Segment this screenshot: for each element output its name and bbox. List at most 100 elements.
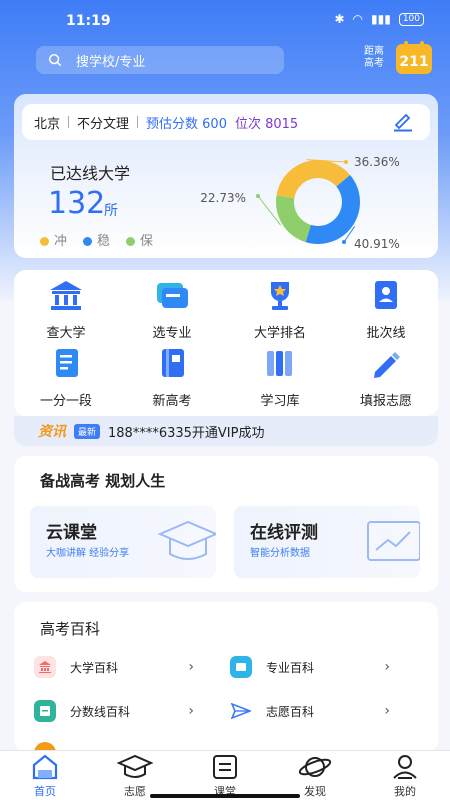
tab-label: 我的 (394, 785, 416, 798)
legend-item-chong: 冲 (40, 230, 67, 249)
grid-item-choose-major[interactable]: 选专业 (122, 278, 222, 341)
grid-item-label: 学习库 (260, 394, 300, 409)
tab-label: 志愿 (124, 785, 146, 798)
grid-item-label: 填报志愿 (359, 394, 412, 409)
search-placeholder: 搜学校/专业 (76, 54, 146, 70)
reach-title: 已达线大学 (50, 164, 131, 183)
donut-slice-2 (276, 195, 311, 243)
score-line-wiki-icon (34, 700, 56, 722)
batch-line-icon (375, 281, 397, 309)
exam-countdown-label: 距离 高考 (364, 46, 384, 69)
news-badge: 最新 (74, 423, 101, 439)
feature-title: 在线评测 (250, 523, 318, 543)
status-time: 11:19 (66, 13, 111, 29)
estimated-score: 预估分数 600 (146, 116, 227, 132)
tab-discover[interactable]: 发现 (285, 753, 345, 799)
reach-unit: 所 (104, 203, 118, 219)
region-label: 北京 (34, 116, 61, 132)
donut-slice-1 (305, 174, 360, 244)
wiki-section: 高考百科 大学百科 › 专业百科 › 分数线百科 › 志愿百科 › (14, 602, 438, 752)
grid-item-find-university[interactable]: 查大学 (16, 278, 116, 341)
rank-value: 位次 8015 (234, 116, 299, 132)
library-icon (267, 351, 292, 376)
legend-item-wen: 稳 (83, 230, 110, 249)
track-label: 不分文理 (77, 116, 130, 132)
pencil-icon (374, 352, 400, 378)
grid-item-university-ranking[interactable]: 大学排名 (230, 278, 330, 341)
score-doc-icon (56, 349, 78, 377)
leader-dot-0 (344, 160, 348, 164)
wiki-item-university[interactable]: 大学百科 › (34, 656, 194, 678)
wiki-item-label: 分数线百科 (70, 704, 131, 719)
paper-plane-icon (230, 700, 252, 722)
slice-label-1: 40.91% (354, 237, 400, 251)
battery-icon: 100 (398, 12, 424, 26)
bluetooth-icon: ✱ (334, 12, 345, 26)
wiki-item-application[interactable]: 志愿百科 › (230, 700, 390, 722)
grid-item-fill-application[interactable]: 填报志愿 (336, 346, 436, 409)
major-icon (157, 283, 188, 308)
tab-profile[interactable]: 我的 (375, 753, 435, 799)
tab-label: 发现 (304, 785, 326, 798)
section-title: 备战高考 规划人生 (40, 472, 166, 490)
status-bar: 11:19 ✱ ◠ ▮▮▮ 100 (0, 0, 450, 40)
grid-item-label: 新高考 (152, 394, 192, 409)
chevron-right-icon: › (188, 703, 194, 719)
wiki-item-label: 大学百科 (70, 660, 119, 675)
news-text: 188****6335开通VIP成功 (108, 425, 265, 441)
classroom-icon (213, 755, 237, 779)
feature-cloud-classroom[interactable]: 云课堂 大咖讲解 经验分享 (30, 506, 216, 578)
grid-item-new-exam[interactable]: 新高考 (122, 346, 222, 409)
status-icons: ✱ ◠ ▮▮▮ 100 (334, 12, 424, 26)
grid-item-study-library[interactable]: 学习库 (230, 346, 330, 409)
grid-item-score-segment[interactable]: 一分一段 (16, 346, 116, 409)
search-icon (48, 53, 62, 67)
feature-subtitle: 大咖讲解 经验分享 (46, 548, 130, 559)
grid-item-label: 一分一段 (39, 394, 92, 409)
chevron-right-icon: › (188, 659, 194, 675)
news-tag: 资讯 (38, 424, 66, 440)
tab-home[interactable]: 首页 (15, 753, 75, 799)
university-icon (50, 281, 82, 310)
grid-item-label: 大学排名 (253, 326, 306, 341)
feature-subtitle: 智能分析数据 (250, 548, 310, 559)
divider (68, 116, 70, 128)
search-input[interactable]: 搜学校/专业 (36, 46, 284, 74)
grid-item-label: 查大学 (46, 326, 86, 341)
leader-dot-2 (256, 194, 260, 198)
home-icon (32, 754, 58, 780)
feature-online-assessment[interactable]: 在线评测 智能分析数据 (234, 506, 420, 578)
prep-section: 备战高考 规划人生 云课堂 大咖讲解 经验分享 在线评测 智能分析数据 (14, 456, 438, 592)
feature-grid: 查大学 选专业 大学排名 批次线 一分一段 新高考 学习库 填报志愿 (14, 270, 438, 416)
trophy-icon (271, 282, 289, 310)
wiki-item-label: 专业百科 (266, 660, 315, 675)
chart-monitor-icon (367, 521, 420, 561)
chart-legend: 冲 稳 保 (40, 230, 153, 249)
graduation-cap-icon (117, 754, 153, 778)
edit-icon[interactable] (392, 112, 414, 132)
tab-applications[interactable]: 志愿 (105, 753, 165, 799)
divider (137, 116, 139, 128)
bottom-tab-bar: 首页 志愿 课堂 发现 我的 (0, 750, 450, 800)
chevron-right-icon: › (384, 659, 390, 675)
grid-item-label: 批次线 (366, 326, 406, 341)
section-title: 高考百科 (40, 620, 101, 638)
news-ticker[interactable]: 资讯 最新 188****6335开通VIP成功 (14, 416, 438, 446)
reach-count: 132 (48, 186, 106, 221)
home-indicator (150, 794, 300, 798)
wiki-item-score-line[interactable]: 分数线百科 › (34, 700, 194, 722)
slice-label-0: 36.36% (354, 155, 400, 169)
wifi-icon: ◠ (352, 12, 363, 26)
grid-item-batch-line[interactable]: 批次线 (336, 278, 436, 341)
tab-label: 首页 (34, 785, 56, 798)
feature-title: 云课堂 (46, 523, 97, 543)
exam-countdown-badge[interactable]: 211 (396, 41, 432, 74)
profile-icon (393, 755, 417, 779)
chevron-right-icon: › (384, 703, 390, 719)
admission-donut-chart: 36.36% 40.91% 22.73% (200, 155, 400, 251)
tab-classroom[interactable]: 课堂 (195, 753, 255, 799)
wiki-item-major[interactable]: 专业百科 › (230, 656, 390, 678)
profile-bar[interactable]: 北京 不分文理 预估分数 600 位次 8015 (22, 104, 430, 140)
leader-dot-1 (342, 240, 346, 244)
new-exam-icon (162, 349, 184, 377)
